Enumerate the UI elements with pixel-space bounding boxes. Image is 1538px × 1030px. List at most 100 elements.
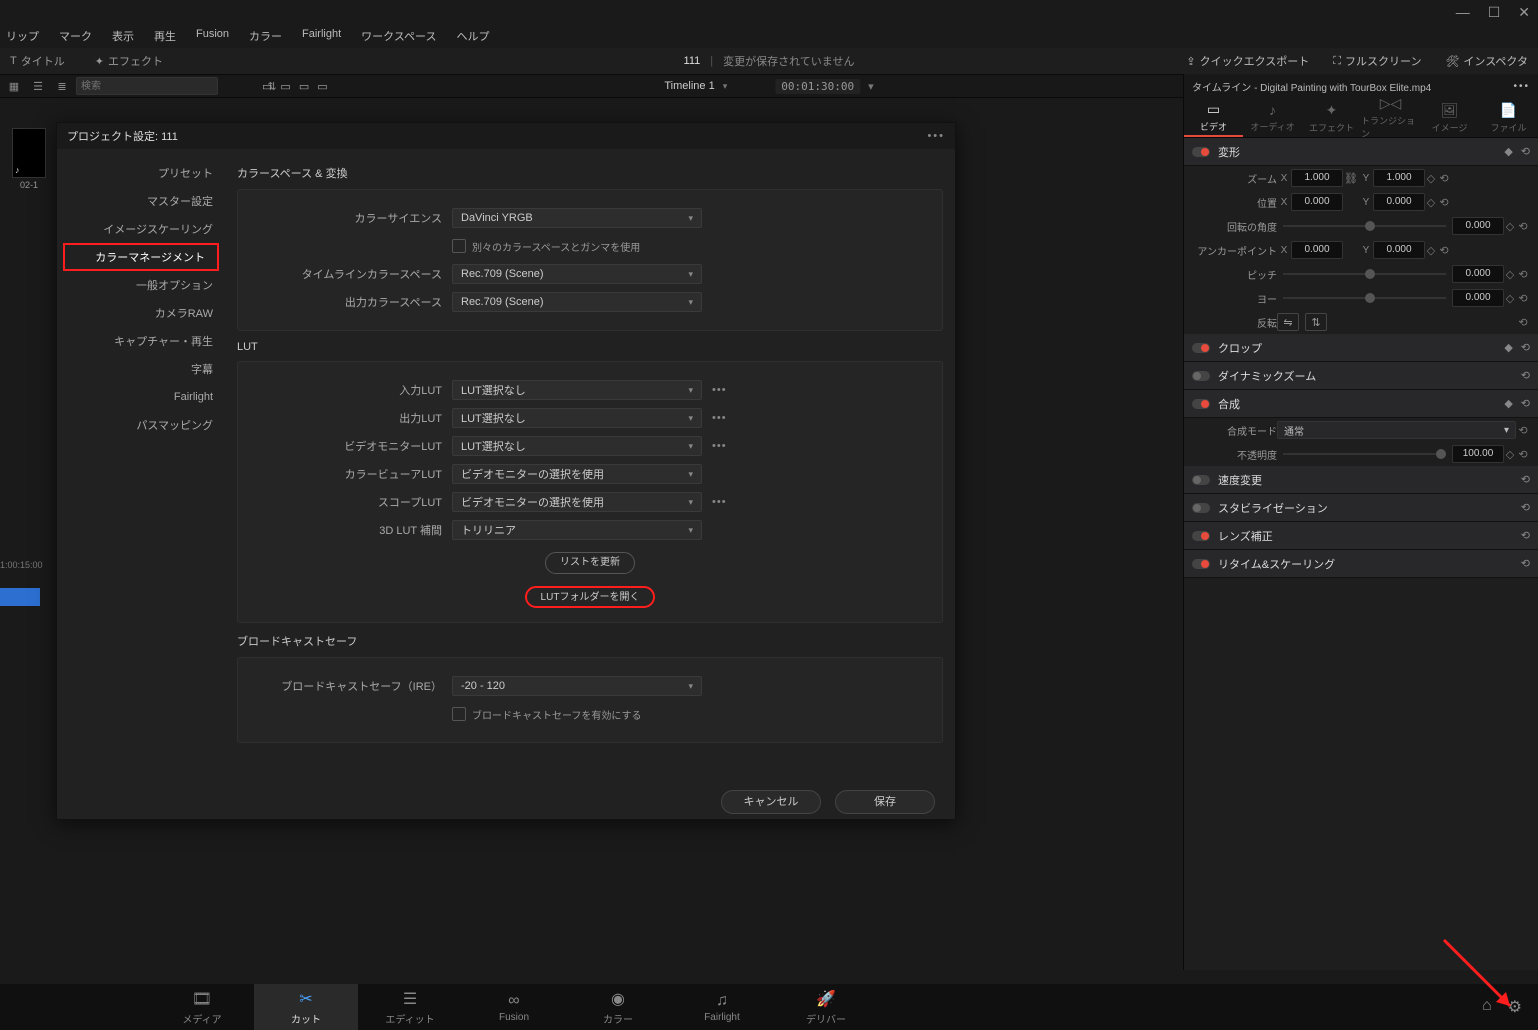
tool-icon-2[interactable]: ▭ — [280, 80, 290, 93]
nav-scaling[interactable]: イメージスケーリング — [57, 215, 225, 243]
section-comp[interactable]: 合成◆⟲ — [1184, 390, 1538, 418]
tab-image[interactable]: 🖼イメージ — [1420, 98, 1479, 137]
output-lut-more[interactable]: ••• — [712, 412, 727, 424]
page-deliver[interactable]: 🚀デリバー — [774, 984, 878, 1030]
cancel-button[interactable]: キャンセル — [721, 790, 821, 814]
tab-video[interactable]: ▭ビデオ — [1184, 98, 1243, 137]
page-color[interactable]: ◉カラー — [566, 984, 670, 1030]
nav-capture[interactable]: キャプチャー・再生 — [57, 327, 225, 355]
maximize-button[interactable]: ☐ — [1488, 4, 1501, 21]
opacity-value[interactable]: 100.00 — [1452, 445, 1504, 463]
timeline-cs-select[interactable]: Rec.709 (Scene)▾ — [452, 264, 702, 284]
transform-toggle[interactable] — [1192, 147, 1210, 157]
nav-presets[interactable]: プリセット — [57, 159, 225, 187]
section-retime[interactable]: リタイム&スケーリング⟲ — [1184, 550, 1538, 578]
section-transform[interactable]: 変形 ◆⟲ — [1184, 138, 1538, 166]
menu-fairlight[interactable]: Fairlight — [302, 28, 341, 48]
section-stab[interactable]: スタビライゼーション⟲ — [1184, 494, 1538, 522]
timecode[interactable]: 00:01:30:00 — [775, 79, 860, 94]
nav-pathmap[interactable]: パスマッピング — [57, 411, 225, 439]
tab-effects[interactable]: ✦エフェクト — [1302, 98, 1361, 137]
output-cs-select[interactable]: Rec.709 (Scene)▾ — [452, 292, 702, 312]
strip-view-icon[interactable]: ☰ — [30, 80, 46, 93]
output-lut-select[interactable]: LUT選択なし▾ — [452, 408, 702, 428]
comp-mode-select[interactable]: 通常▾ — [1277, 421, 1516, 439]
refresh-list-button[interactable]: リストを更新 — [545, 552, 635, 574]
anchor-y[interactable]: 0.000 — [1373, 241, 1425, 259]
tool-icon-4[interactable]: ▭ — [317, 80, 327, 93]
interp-select[interactable]: トリリニア▾ — [452, 520, 702, 540]
inspector-button[interactable]: 🛠インスペクタ — [1445, 53, 1528, 69]
page-edit[interactable]: ☰エディット — [358, 984, 462, 1030]
cv-lut-select[interactable]: ビデオモニターの選択を使用▾ — [452, 464, 702, 484]
tab-transition[interactable]: ▷◁トランジション — [1361, 98, 1420, 137]
opacity-slider[interactable] — [1283, 453, 1446, 455]
tool-icon-3[interactable]: ▭ — [299, 80, 309, 93]
minimize-button[interactable]: — — [1456, 4, 1470, 21]
save-button[interactable]: 保存 — [835, 790, 935, 814]
zoom-y[interactable]: 1.000 — [1373, 169, 1425, 187]
nav-master[interactable]: マスター設定 — [57, 187, 225, 215]
nav-fairlight[interactable]: Fairlight — [57, 383, 225, 411]
page-fairlight[interactable]: ♫Fairlight — [670, 984, 774, 1030]
pitch-value[interactable]: 0.000 — [1452, 265, 1504, 283]
yaw-slider[interactable] — [1283, 297, 1446, 299]
tab-file[interactable]: 📄ファイル — [1479, 98, 1538, 137]
menu-fusion[interactable]: Fusion — [196, 28, 229, 48]
pos-x[interactable]: 0.000 — [1291, 193, 1343, 211]
page-fusion[interactable]: ∞Fusion — [462, 984, 566, 1030]
pitch-slider[interactable] — [1283, 273, 1446, 275]
search-input[interactable] — [76, 77, 218, 95]
menu-mark[interactable]: マーク — [59, 28, 92, 48]
section-crop[interactable]: クロップ◆⟲ — [1184, 334, 1538, 362]
menu-view[interactable]: 表示 — [112, 28, 134, 48]
sc-lut-more[interactable]: ••• — [712, 496, 727, 508]
menu-playback[interactable]: 再生 — [154, 28, 176, 48]
yaw-value[interactable]: 0.000 — [1452, 289, 1504, 307]
link-icon[interactable]: ⛓ — [1343, 172, 1359, 185]
anchor-x[interactable]: 0.000 — [1291, 241, 1343, 259]
timeline-clip[interactable] — [0, 588, 40, 606]
titles-button[interactable]: Tタイトル — [10, 53, 65, 69]
menu-help[interactable]: ヘルプ — [457, 28, 490, 48]
input-lut-select[interactable]: LUT選択なし▾ — [452, 380, 702, 400]
open-lut-folder-button[interactable]: LUTフォルダーを開く — [525, 586, 656, 608]
color-science-select[interactable]: DaVinci YRGB▾ — [452, 208, 702, 228]
section-speed[interactable]: 速度変更⟲ — [1184, 466, 1538, 494]
chevron-down-icon[interactable]: ▾ — [723, 81, 728, 92]
reset-icon[interactable]: ⟲ — [1437, 172, 1451, 185]
tc-options-icon[interactable]: ▾ — [868, 80, 874, 93]
menu-color[interactable]: カラー — [249, 28, 282, 48]
rot-slider[interactable] — [1283, 225, 1446, 227]
reset-icon[interactable]: ⟲ — [1521, 145, 1530, 158]
fullscreen-button[interactable]: ⛶フルスクリーン — [1333, 53, 1421, 69]
dialog-menu-icon[interactable]: ••• — [927, 130, 945, 142]
flip-h-button[interactable]: ⇋ — [1277, 313, 1299, 331]
comp-toggle[interactable] — [1192, 399, 1210, 409]
sc-lut-select[interactable]: ビデオモニターの選択を使用▾ — [452, 492, 702, 512]
menu-clip[interactable]: リップ — [6, 28, 39, 48]
nav-general[interactable]: 一般オプション — [57, 271, 225, 299]
stab-toggle[interactable] — [1192, 503, 1210, 513]
media-thumb[interactable]: 02-1 — [12, 128, 46, 190]
page-media[interactable]: 🎞メディア — [150, 984, 254, 1030]
keyframe-icon[interactable]: ◆ — [1504, 145, 1512, 158]
separate-gamma-checkbox[interactable] — [452, 239, 466, 253]
home-button[interactable]: ⌂ — [1482, 997, 1492, 1017]
quick-export-button[interactable]: ⇪クイックエクスポート — [1186, 53, 1309, 69]
tool-icon-1[interactable]: ▭ — [262, 80, 272, 93]
tab-audio[interactable]: ♪オーディオ — [1243, 98, 1302, 137]
effects-button[interactable]: ✦エフェクト — [95, 53, 163, 69]
dz-toggle[interactable] — [1192, 371, 1210, 381]
speed-toggle[interactable] — [1192, 475, 1210, 485]
rot-value[interactable]: 0.000 — [1452, 217, 1504, 235]
inspector-menu-icon[interactable]: ••• — [1513, 81, 1530, 92]
section-dz[interactable]: ダイナミックズーム⟲ — [1184, 362, 1538, 390]
close-button[interactable]: ✕ — [1518, 4, 1530, 21]
page-cut[interactable]: ✂カット — [254, 984, 358, 1030]
menu-workspace[interactable]: ワークスペース — [361, 28, 436, 48]
nav-color-mgmt[interactable]: カラーマネージメント — [63, 243, 219, 271]
nav-camera-raw[interactable]: カメラRAW — [57, 299, 225, 327]
vm-lut-select[interactable]: LUT選択なし▾ — [452, 436, 702, 456]
nav-subtitles[interactable]: 字幕 — [57, 355, 225, 383]
